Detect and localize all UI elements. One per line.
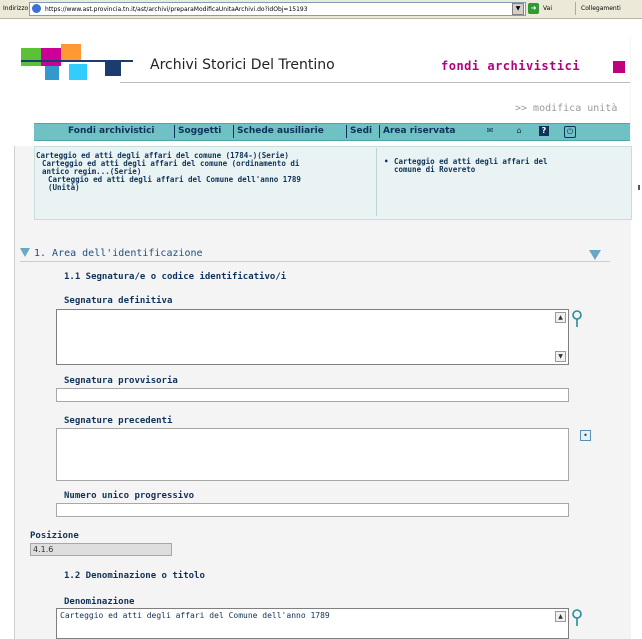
go-arrow-icon[interactable]: ➜ [528,3,539,14]
header-divider [120,82,630,83]
address-label: Indirizzo [3,5,29,12]
segnatura-provvisoria-label: Segnatura provvisoria [64,376,178,386]
posizione-field: 4.1.6 [30,543,172,556]
toolbar-separator [575,2,576,15]
nav-separator [379,125,380,138]
site-title: Archivi Storici Del Trentino [150,57,335,73]
page-subtitle: >> modifica unità [515,103,618,114]
logo-bar [21,60,133,62]
links-button[interactable]: Collegamenti [581,5,621,12]
section-title: fondi archivistici [441,59,581,73]
breadcrumb-line: (Unità) [48,183,80,192]
nav-separator [174,125,175,138]
segnatura-provvisoria-input[interactable] [56,388,569,402]
nav-sedi[interactable]: Sedi [350,126,372,136]
denominazione-textarea[interactable]: Carteggio ed atti degli affari del Comun… [56,608,569,639]
main-nav: Fondi archivistici Soggetti Schede ausil… [34,123,630,141]
scroll-up-icon[interactable]: ▲ [555,312,566,323]
search-lens-icon[interactable] [571,609,583,627]
add-segnatura-button[interactable]: • [580,430,591,441]
subsection-1-1-title: 1.1 Segnatura/e o codice identificativo/… [64,272,287,282]
help-icon[interactable]: ? [539,126,549,136]
section-square-icon [613,61,625,73]
nav-fondi-archivistici[interactable]: Fondi archivistici [68,126,155,136]
logo-square-magenta [41,48,61,66]
breadcrumb-line: Carteggio ed atti degli affari del Comun… [48,175,301,184]
search-lens-icon[interactable] [571,310,583,328]
subsection-1-2-title: 1.2 Denominazione o titolo [64,571,205,581]
logo-square-navy [105,60,121,76]
site-logo [21,44,133,84]
posizione-label: Posizione [30,531,79,541]
browser-address-bar: Indirizzo https://www.ast.provincia.tn.i… [0,0,642,19]
nav-soggetti[interactable]: Soggetti [178,126,221,136]
section-1-header[interactable]: 1. Area dell'identificazione [20,246,610,262]
url-field[interactable]: https://www.ast.provincia.tn.it/ast/arch… [29,2,526,16]
numero-unico-label: Numero unico progressivo [64,491,195,501]
bullet: • [384,157,389,166]
home-icon[interactable]: ⌂ [514,126,524,136]
exit-icon[interactable]: ⏻ [564,126,576,138]
nav-area-riservata[interactable]: Area riservata [383,126,455,136]
segnatura-definitiva-label: Segnatura definitiva [64,296,173,306]
breadcrumb: Carteggio ed atti degli affari del comun… [36,152,368,192]
nav-separator [346,125,347,138]
scroll-down-icon[interactable]: ▼ [555,351,566,362]
logo-square-blue [45,66,59,80]
nav-schede-ausiliarie[interactable]: Schede ausiliarie [237,126,324,136]
breadcrumb-divider [376,148,377,216]
scroll-up-icon[interactable]: ▲ [555,611,566,622]
section-1-title: 1. Area dell'identificazione [34,248,203,259]
denominazione-label: Denominazione [64,597,135,607]
nav-separator [233,125,234,138]
numero-unico-input[interactable] [56,503,569,517]
collapse-triangle-icon[interactable] [20,248,30,257]
fondo-link[interactable]: • Carteggio ed atti degli affari del com… [384,158,614,174]
url-dropdown-icon[interactable]: ▼ [512,3,524,15]
ie-page-icon [32,4,41,13]
mail-icon[interactable]: ✉ [485,126,495,136]
section-toggle-icon[interactable] [589,250,601,260]
segnature-precedenti-textarea[interactable] [56,428,569,481]
url-text: https://www.ast.provincia.tn.it/ast/arch… [45,6,308,13]
segnatura-definitiva-textarea[interactable]: ▲ ▼ [56,309,569,365]
denominazione-value: Carteggio ed atti degli affari del Comun… [60,611,330,620]
go-button[interactable]: Vai [543,5,552,12]
logo-square-green [21,48,41,66]
window-edge-mark [638,185,640,190]
logo-square-cyan [69,64,87,80]
fondo-link-line: comune di Rovereto [394,165,476,174]
segnature-precedenti-label: Segnature precedenti [64,416,173,426]
